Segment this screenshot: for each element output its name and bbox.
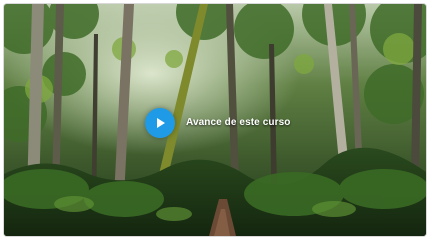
- video-title: Avance de este curso: [186, 117, 291, 128]
- video-player[interactable]: Avance de este curso: [4, 4, 426, 236]
- play-icon: [157, 118, 165, 128]
- play-button[interactable]: [145, 108, 175, 138]
